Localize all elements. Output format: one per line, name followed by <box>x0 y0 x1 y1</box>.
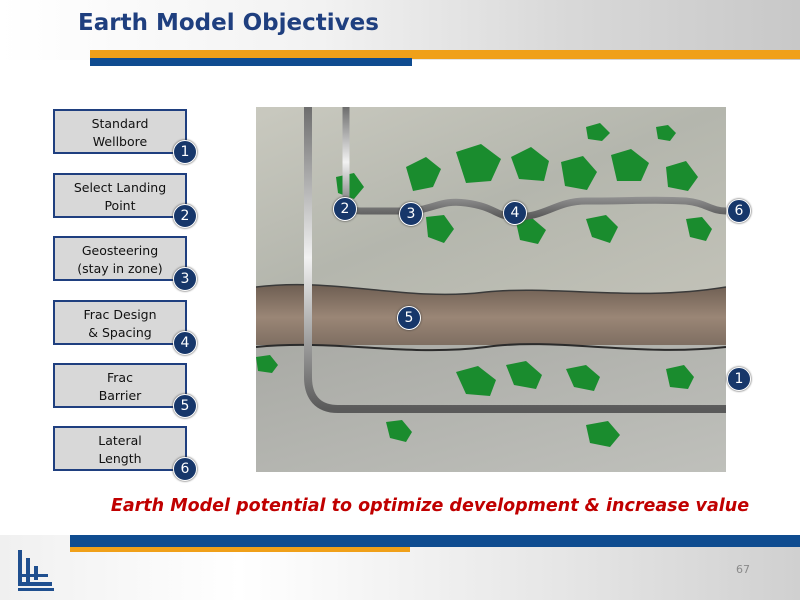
page-title: Earth Model Objectives <box>78 10 379 36</box>
objective-label-line2: Barrier <box>98 388 142 403</box>
objective-box-frac-barrier: Frac Barrier 5 <box>53 363 197 418</box>
objective-number-badge: 4 <box>173 331 197 355</box>
objective-label-line2: (stay in zone) <box>77 261 163 276</box>
objective-label-line1: Select Landing <box>73 180 167 195</box>
company-logo-icon <box>14 548 54 592</box>
objective-label-line1: Lateral <box>98 433 142 448</box>
header-blue-bar <box>90 58 412 66</box>
objective-label-line1: Frac Design <box>83 307 157 322</box>
wellbore-illustration-svg <box>256 107 726 472</box>
frac-barrier-layer <box>256 284 726 351</box>
objective-number-badge: 3 <box>173 267 197 291</box>
objective-number-badge: 1 <box>173 140 197 164</box>
objective-box-frac-design: Frac Design & Spacing 4 <box>53 300 197 355</box>
objective-label-line1: Frac <box>107 370 133 385</box>
marker-4-badge: 4 <box>503 201 527 225</box>
objective-box-lateral-length: Lateral Length 6 <box>53 426 197 481</box>
objective-label-line2: Length <box>98 451 142 466</box>
objective-box-select-landing-point: Select Landing Point 2 <box>53 173 197 228</box>
objective-number-badge: 5 <box>173 394 197 418</box>
marker-5-badge: 5 <box>397 306 421 330</box>
objective-label-line2: & Spacing <box>88 325 152 340</box>
page-number: 67 <box>736 563 750 576</box>
marker-2-badge: 2 <box>333 197 357 221</box>
marker-1-badge: 1 <box>727 367 751 391</box>
objective-label-line1: Standard <box>91 116 149 131</box>
marker-3-badge: 3 <box>399 202 423 226</box>
objective-number-badge: 2 <box>173 204 197 228</box>
footer-orange-bar <box>70 547 410 552</box>
slide-caption: Earth Model potential to optimize develo… <box>110 496 750 516</box>
objective-label-line2: Wellbore <box>92 134 148 149</box>
objective-box-geosteering: Geosteering (stay in zone) 3 <box>53 236 197 291</box>
marker-6-badge: 6 <box>727 199 751 223</box>
objective-label-line2: Point <box>104 198 136 213</box>
objective-number-badge: 6 <box>173 457 197 481</box>
wellbore-illustration: 2 3 4 5 <box>256 107 726 472</box>
footer-blue-bar <box>70 535 800 547</box>
objective-box-standard-wellbore: Standard Wellbore 1 <box>53 109 197 164</box>
objective-label-line1: Geosteering <box>81 243 159 258</box>
